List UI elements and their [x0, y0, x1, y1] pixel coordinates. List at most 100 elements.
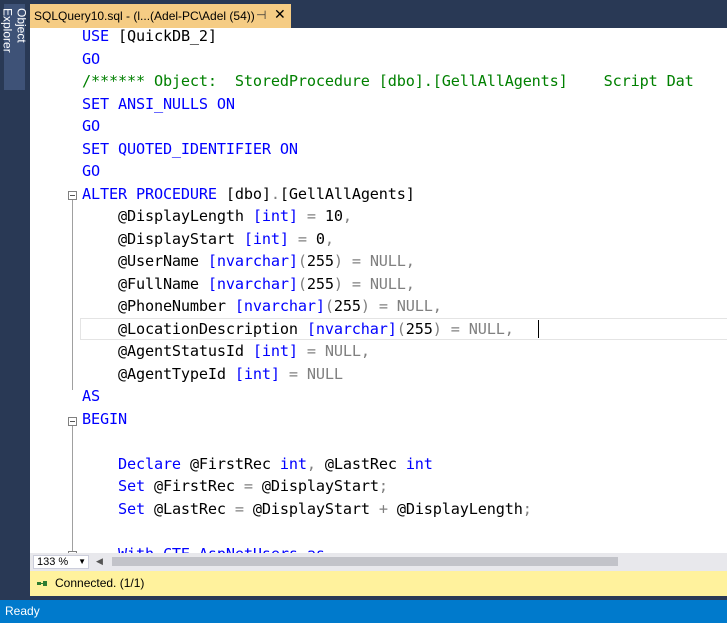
code-line: SET QUOTED_IDENTIFIER ON — [82, 138, 298, 160]
code-token: BEGIN — [82, 409, 127, 428]
code-token: [nvarchar] — [306, 319, 397, 338]
code-token: GO — [82, 117, 100, 135]
document-tab-title: SQLQuery10.sql - (l...(Adel-PC\Adel (54)… — [34, 9, 255, 23]
code-token: [int] — [252, 342, 298, 360]
code-token: [nvarchar] — [207, 252, 298, 270]
code-token: ; — [522, 499, 532, 518]
code-token: Set — [82, 499, 154, 518]
code-token: + — [378, 499, 397, 518]
collapse-begin-icon[interactable] — [68, 417, 77, 426]
code-token: Declare — [82, 454, 190, 473]
code-token: @DisplayStart — [82, 229, 244, 248]
document-tab[interactable]: SQLQuery10.sql - (l...(Adel-PC\Adel (54)… — [30, 4, 291, 28]
code-token: Set — [82, 477, 154, 495]
code-token: . — [270, 184, 280, 203]
code-token: 255 — [306, 252, 334, 270]
code-token: = NULL — [279, 364, 343, 383]
code-line: GO — [82, 115, 100, 137]
status-text: Ready — [5, 604, 40, 618]
code-token: 255 — [306, 274, 334, 293]
code-token: , — [306, 454, 325, 473]
code-line: USE [QuickDB_2] — [82, 28, 217, 47]
close-icon[interactable]: ✕ — [274, 6, 286, 23]
code-token: , — [324, 229, 334, 248]
code-token: GO — [82, 162, 100, 180]
code-token: SET ANSI_NULLS ON — [82, 94, 235, 113]
code-token: [QuickDB_2] — [117, 28, 217, 45]
collapse-procedure-icon[interactable] — [68, 191, 77, 200]
code-token: 10 — [324, 207, 343, 225]
code-token: , — [342, 207, 352, 225]
code-token: ALTER PROCEDURE — [82, 184, 226, 203]
code-token: @LastRec — [324, 454, 406, 473]
code-token: ( — [297, 252, 307, 270]
code-token: @DisplayStart — [261, 477, 379, 495]
code-token: USE — [82, 28, 118, 45]
code-line: GO — [82, 48, 100, 70]
code-token: [int] — [243, 229, 289, 248]
code-token: ( — [324, 297, 334, 315]
code-line: AS — [82, 385, 100, 407]
code-token: 255 — [405, 319, 433, 338]
code-token: [dbo] — [225, 184, 271, 203]
code-token: ; — [378, 477, 388, 495]
scroll-left-icon[interactable]: ◀ — [96, 556, 103, 567]
code-token: [int] — [252, 207, 298, 225]
pin-icon[interactable]: ⊣ — [256, 8, 266, 22]
code-token: @DisplayLength — [82, 207, 253, 225]
code-token: 0 — [315, 229, 325, 248]
code-token: ( — [297, 274, 307, 293]
code-token: @PhoneNumber — [82, 297, 235, 315]
code-token: /****** Object: StoredProcedure [dbo].[G… — [82, 72, 694, 90]
code-line: @UserName [nvarchar](255) = NULL, — [82, 250, 415, 272]
code-line: @AgentTypeId [int] = NULL — [82, 363, 343, 385]
code-line: GO — [82, 160, 100, 182]
connected-icon — [37, 581, 47, 586]
code-token: 255 — [333, 297, 361, 315]
object-explorer-tab[interactable]: Object Explorer — [1, 4, 29, 90]
left-dock: Object Explorer — [0, 0, 30, 600]
code-token: [nvarchar] — [234, 297, 325, 315]
code-token: ) = NULL, — [360, 297, 442, 315]
code-token: ( — [396, 319, 406, 338]
code-line: @DisplayLength [int] = 10, — [82, 205, 352, 227]
code-line: Declare @FirstRec int, @LastRec int — [82, 453, 433, 475]
code-token: = — [297, 207, 325, 225]
code-token: = — [288, 229, 316, 248]
status-bar: Ready — [0, 600, 727, 623]
code-editor[interactable]: USE [QuickDB_2] GO /****** Object: StoredP… — [30, 28, 727, 553]
code-line: @PhoneNumber [nvarchar](255) = NULL, — [82, 295, 442, 317]
code-line: @FullName [nvarchar](255) = NULL, — [82, 273, 415, 295]
code-token: @AgentStatusId — [82, 342, 253, 360]
code-token: @LocationDescription — [82, 319, 307, 338]
code-token: int — [405, 454, 433, 473]
code-token: @FirstRec — [153, 477, 244, 495]
code-token: @UserName — [82, 252, 208, 270]
code-token: AS — [82, 387, 100, 405]
code-token: ) = NULL, — [333, 252, 415, 270]
code-token: @LastRec — [153, 499, 235, 518]
code-token: ) = NULL, — [432, 319, 514, 338]
code-token: GO — [82, 49, 100, 68]
connection-status-text: Connected. (1/1) — [55, 576, 145, 590]
code-token: = — [243, 477, 262, 495]
code-line: @LocationDescription [nvarchar](255) = N… — [82, 318, 514, 340]
code-token: @DisplayStart — [252, 499, 379, 518]
code-token: [int] — [234, 364, 280, 383]
scroll-thumb[interactable] — [112, 557, 618, 566]
code-token: = — [234, 499, 253, 518]
zoom-select[interactable]: 133 % ▼ — [33, 555, 89, 569]
code-line: @AgentStatusId [int] = NULL, — [82, 340, 370, 362]
horizontal-scrollbar[interactable]: 133 % ▼ ◀ — [30, 553, 727, 571]
connection-bar: Connected. (1/1) — [30, 571, 727, 596]
code-line: With CTE_AspNetUsers as — [82, 543, 325, 554]
code-token: = NULL, — [297, 342, 370, 360]
code-token: [nvarchar] — [207, 274, 298, 293]
editor-gutter — [30, 28, 64, 553]
code-line: BEGIN — [82, 408, 127, 430]
zoom-value: 133 % — [37, 556, 69, 568]
code-line: @DisplayStart [int] = 0, — [82, 228, 334, 250]
code-token: @FirstRec — [189, 454, 280, 473]
chevron-down-icon: ▼ — [78, 557, 86, 566]
code-token: @FullName — [82, 274, 208, 293]
